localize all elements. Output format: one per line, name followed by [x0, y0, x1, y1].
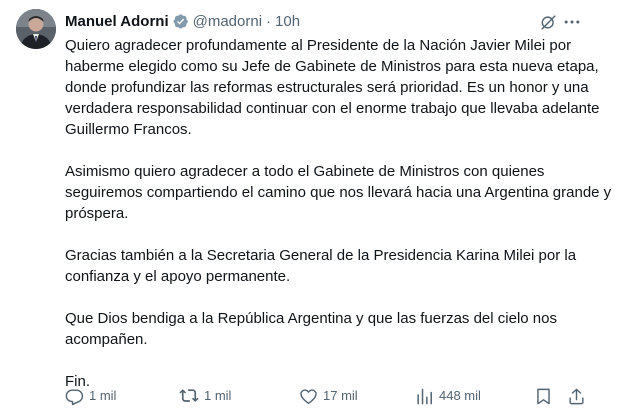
- repost-button[interactable]: 1 mil: [179, 385, 231, 407]
- views-button[interactable]: 448 mil: [415, 385, 481, 407]
- heart-icon: [300, 388, 317, 404]
- tweet-header: Manuel Adorni @madorni · 10h: [65, 11, 300, 31]
- views-icon: [417, 388, 432, 404]
- tweet-paragraph: Asimismo quiero agradecer a todo el Gabi…: [65, 163, 612, 222]
- like-count: 17 mil: [323, 388, 358, 403]
- more-icon: [564, 20, 580, 24]
- header-separator: ·: [266, 12, 272, 30]
- tweet-paragraph: Quiero agradecer profundamente al Presid…: [65, 37, 600, 138]
- reply-count: 1 mil: [89, 388, 117, 403]
- views-count: 448 mil: [439, 388, 481, 403]
- bookmark-button[interactable]: [534, 385, 553, 407]
- tweet-actions: 1 mil 1 mil 17 mil 448 mil: [65, 385, 605, 407]
- like-button[interactable]: 17 mil: [299, 385, 358, 407]
- share-button[interactable]: [567, 385, 586, 407]
- reply-button[interactable]: 1 mil: [65, 385, 116, 407]
- reply-icon: [65, 388, 84, 405]
- repost-icon: [179, 389, 199, 402]
- tweet: Manuel Adorni @madorni · 10h Quiero agra…: [0, 0, 630, 417]
- tweet-paragraph: Que Dios bendiga a la República Argentin…: [65, 310, 557, 348]
- repost-count: 1 mil: [204, 388, 232, 403]
- grok-icon: [540, 14, 556, 30]
- more-options-button[interactable]: [562, 12, 582, 32]
- bookmark-icon: [537, 388, 550, 404]
- tweet-paragraph: Gracias también a la Secretaria General …: [65, 247, 577, 285]
- avatar[interactable]: [16, 9, 56, 49]
- share-icon: [569, 388, 584, 404]
- tweet-text: Quiero agradecer profundamente al Presid…: [65, 35, 617, 413]
- tweet-timestamp[interactable]: 10h: [275, 13, 300, 30]
- author-name[interactable]: Manuel Adorni: [65, 13, 169, 30]
- verified-badge-icon: [172, 13, 189, 30]
- grok-button[interactable]: [538, 12, 558, 32]
- author-handle[interactable]: @madorni: [193, 13, 262, 30]
